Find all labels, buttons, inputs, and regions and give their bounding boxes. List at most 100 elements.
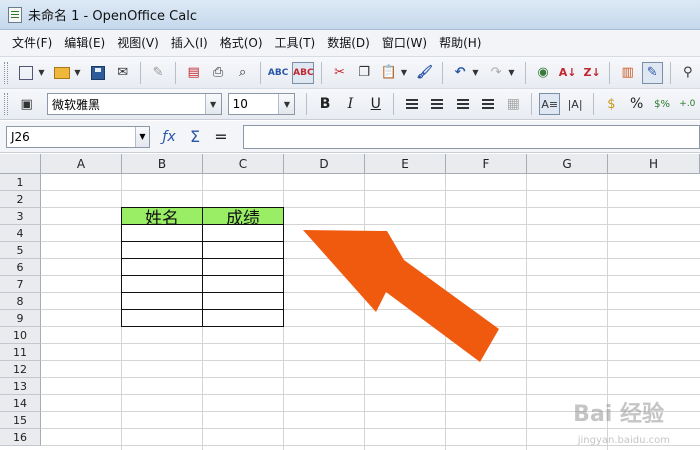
toolbar-separator <box>531 93 533 115</box>
add-decimal-button[interactable]: +.0 <box>677 93 698 115</box>
italic-button[interactable]: I <box>340 93 361 115</box>
chevron-down-icon[interactable]: ▼ <box>278 94 295 114</box>
sort-descending-button[interactable]: Z↓ <box>582 62 603 84</box>
clone-formatting-button[interactable]: 🖌 <box>414 62 435 84</box>
formatting-toolbar: ▣ 微软雅黑 ▼ 10 ▼ B I U ▦ A≡ |A| $ % $% +.0 <box>0 88 700 120</box>
new-dropdown-chevron-icon[interactable]: ▼ <box>38 68 45 77</box>
menu-file[interactable]: 文件(F) <box>6 32 58 54</box>
binoculars-icon: ⚲ <box>682 65 693 80</box>
toolbar-separator <box>669 61 671 84</box>
redo-icon: ↷ <box>490 65 502 80</box>
redo-button[interactable]: ↷ <box>486 62 507 84</box>
paste-button[interactable]: 📋 <box>378 62 399 84</box>
print-preview-icon: ⌕ <box>239 65 247 80</box>
toolbar-separator <box>592 93 594 115</box>
menu-help[interactable]: 帮助(H) <box>433 32 487 54</box>
edit-file-icon: ✎ <box>152 65 164 80</box>
draw-functions-button[interactable]: ✎ <box>641 61 663 84</box>
printer-icon: ⎙ <box>212 65 224 80</box>
menu-window[interactable]: 窗口(W) <box>376 32 433 54</box>
font-size-select[interactable]: 10 ▼ <box>227 93 296 115</box>
navigator-button[interactable]: ◉ <box>533 62 554 84</box>
spellcheck-button[interactable]: ABC <box>268 62 289 84</box>
email-button[interactable]: ✉ <box>112 62 133 84</box>
redo-dropdown-chevron-icon[interactable]: ▼ <box>508 68 515 77</box>
copy-button[interactable]: ❐ <box>354 62 375 84</box>
vertical-text-button[interactable]: |A| <box>564 93 585 115</box>
styles-button[interactable]: ▣ <box>16 93 37 115</box>
window-title: 未命名 1 - OpenOffice Calc <box>28 9 197 24</box>
copy-icon: ❐ <box>358 65 370 80</box>
print-preview-button[interactable]: ⌕ <box>232 62 253 84</box>
autospellcheck-button[interactable]: ABC <box>292 61 315 84</box>
cut-button[interactable]: ✂ <box>329 62 350 84</box>
standard-format-button[interactable]: $% <box>651 93 672 115</box>
function-wizard-button[interactable]: ƒx <box>158 126 180 148</box>
name-box[interactable]: J26 ▼ <box>6 125 150 148</box>
font-name-select[interactable]: 微软雅黑 ▼ <box>47 93 222 115</box>
currency-format-button[interactable]: $ <box>601 93 622 115</box>
merge-cells-button[interactable]: ▦ <box>503 93 524 115</box>
sum-button[interactable]: Σ <box>184 126 206 148</box>
percent-format-button[interactable]: % <box>626 93 647 115</box>
toolbar-separator <box>139 61 141 84</box>
justify-icon <box>482 99 495 109</box>
formula-input[interactable] <box>243 125 700 149</box>
text-direction-button[interactable]: A≡ <box>539 93 561 115</box>
new-document-button[interactable] <box>16 62 37 84</box>
toolbar-separator <box>306 93 308 115</box>
chevron-down-icon[interactable]: ▼ <box>204 94 221 114</box>
align-right-button[interactable] <box>452 93 473 115</box>
menu-bar: 文件(F) 编辑(E) 视图(V) 插入(I) 格式(O) 工具(T) 数据(D… <box>0 30 700 56</box>
paste-dropdown-chevron-icon[interactable]: ▼ <box>401 68 408 77</box>
menu-edit[interactable]: 编辑(E) <box>58 32 111 54</box>
align-right-icon <box>456 99 469 109</box>
toolbar-separator <box>321 61 323 84</box>
export-pdf-button[interactable]: ▤ <box>183 62 204 84</box>
insert-chart-button[interactable]: ▥ <box>617 62 638 84</box>
undo-dropdown-chevron-icon[interactable]: ▼ <box>472 68 479 77</box>
menu-view[interactable]: 视图(V) <box>111 32 165 54</box>
save-icon <box>91 65 106 80</box>
email-icon: ✉ <box>117 65 129 80</box>
menu-format[interactable]: 格式(O) <box>214 32 269 54</box>
open-folder-icon <box>54 66 71 79</box>
baidu-watermark-url: jingyan.baidu.com <box>577 435 670 446</box>
save-button[interactable] <box>88 62 109 84</box>
toolbar-grip[interactable] <box>4 61 8 84</box>
toolbar-grip[interactable] <box>4 93 8 115</box>
text-direction-icon: A≡ <box>541 97 559 111</box>
menu-data[interactable]: 数据(D) <box>321 32 376 54</box>
navigator-icon: ◉ <box>537 65 549 80</box>
align-center-button[interactable] <box>427 93 448 115</box>
undo-button[interactable]: ↶ <box>450 62 471 84</box>
scissors-icon: ✂ <box>334 65 346 80</box>
sort-ascending-button[interactable]: A↓ <box>557 62 578 84</box>
toolbar-separator <box>259 61 261 84</box>
underline-button[interactable]: U <box>365 93 386 115</box>
align-left-button[interactable] <box>401 93 422 115</box>
spreadsheet-grid[interactable]: A B C D E F G H 1 2 3 4 5 6 7 8 9 10 11 12 13 14 15 16 姓名 成绩 Bai … <box>0 154 700 450</box>
calc-app-icon <box>8 6 22 23</box>
find-replace-button[interactable]: ⚲ <box>677 62 698 84</box>
toolbar-separator <box>609 61 611 84</box>
paste-icon: 📋 <box>380 65 397 80</box>
chevron-down-icon[interactable]: ▼ <box>135 126 149 147</box>
undo-icon: ↶ <box>454 65 466 80</box>
spellcheck-icon: ABC <box>267 67 289 78</box>
coins-icon: $ <box>607 96 616 112</box>
open-dropdown-chevron-icon[interactable]: ▼ <box>74 68 81 77</box>
function-button[interactable]: = <box>210 126 232 148</box>
menu-tools[interactable]: 工具(T) <box>269 32 322 54</box>
menu-insert[interactable]: 插入(I) <box>165 32 214 54</box>
justify-button[interactable] <box>477 93 498 115</box>
toolbar-separator <box>393 93 395 115</box>
standard-toolbar: ▼ ▼ ✉ ✎ ▤ ⎙ ⌕ ABC ABC ✂ ❐ 📋 ▼ 🖌 ↶ ▼ ↷ ▼ … <box>0 56 700 88</box>
print-button[interactable]: ⎙ <box>208 62 229 84</box>
open-button[interactable] <box>52 62 73 84</box>
merge-cells-icon: ▦ <box>506 96 520 112</box>
edit-file-button[interactable]: ✎ <box>148 62 169 84</box>
draw-pencil-icon: ✎ <box>646 65 658 80</box>
bold-button[interactable]: B <box>314 93 335 115</box>
formula-bar: J26 ▼ ƒx Σ = <box>0 121 700 153</box>
